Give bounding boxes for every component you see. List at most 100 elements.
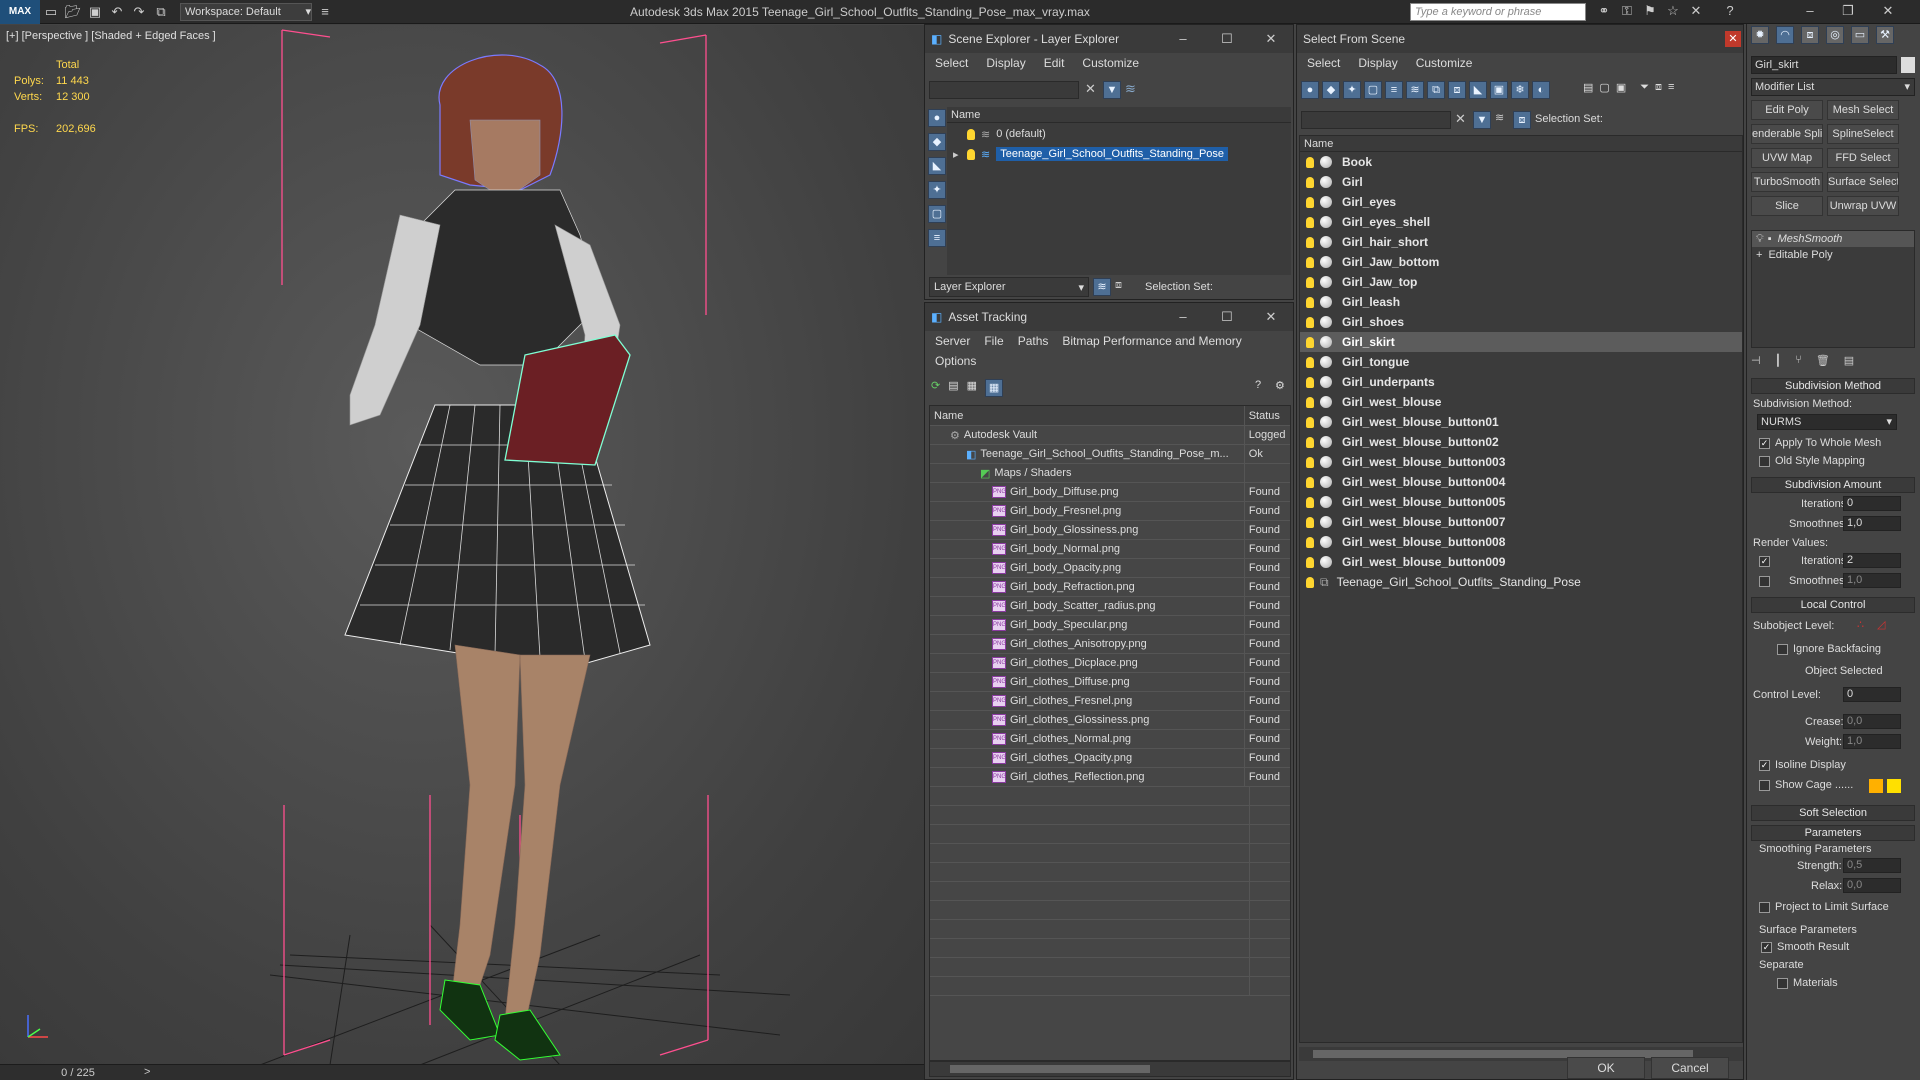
remove-modifier-icon[interactable]: 🗑︎ xyxy=(1816,354,1830,367)
star-icon[interactable]: ☆ xyxy=(1663,3,1683,21)
menu-display[interactable]: Display xyxy=(1358,56,1397,70)
scene-explorer-filter-input[interactable] xyxy=(929,81,1079,99)
expand-arrow-icon[interactable]: ▸ xyxy=(953,148,967,161)
modifier-list-dropdown[interactable]: Modifier List ▾ xyxy=(1751,78,1915,96)
scene-explorer-titlebar[interactable]: ◧ Scene Explorer - Layer Explorer xyxy=(925,25,1293,53)
close-icon[interactable]: ✕ xyxy=(1725,31,1741,47)
object-row[interactable]: Girl_west_blouse_button02 xyxy=(1300,432,1742,452)
menu-select[interactable]: Select xyxy=(935,56,968,70)
select-from-scene-titlebar[interactable]: Select From Scene xyxy=(1297,25,1743,53)
modifier-button[interactable]: FFD Select xyxy=(1827,148,1899,168)
hierarchy-toggle-icon[interactable]: ⧈ xyxy=(1513,111,1531,129)
light-bulb-icon[interactable] xyxy=(1306,456,1314,468)
filter-lights-icon[interactable]: ✦ xyxy=(1343,81,1361,99)
pin-stack-icon[interactable]: ⊣ xyxy=(1751,354,1761,367)
menu-customize[interactable]: Customize xyxy=(1416,56,1473,70)
light-bulb-icon[interactable] xyxy=(1306,396,1314,408)
light-bulb-icon[interactable] xyxy=(1306,416,1314,428)
asset-row[interactable]: PNG Girl_body_Diffuse.png Found xyxy=(930,482,1290,502)
object-row[interactable]: Girl_west_blouse_button007 xyxy=(1300,512,1742,532)
rollout-subdivision-method[interactable]: Subdivision Method xyxy=(1751,378,1915,394)
modifier-button[interactable]: UVW Map xyxy=(1751,148,1823,168)
filter-groups-icon[interactable]: ⧉ xyxy=(1427,81,1445,99)
asset-tracking-titlebar[interactable]: ◧ Asset Tracking xyxy=(925,303,1293,331)
light-bulb-icon[interactable] xyxy=(967,128,975,140)
control-level-spinner[interactable]: 0 xyxy=(1843,687,1901,702)
object-row[interactable]: Girl_eyes_shell xyxy=(1300,212,1742,232)
light-bulb-icon[interactable] xyxy=(1306,476,1314,488)
col-status-header[interactable]: Status xyxy=(1245,406,1290,425)
asset-row[interactable]: PNG Girl_clothes_Dicplace.png Found xyxy=(930,653,1290,673)
light-bulb-icon[interactable] xyxy=(1306,296,1314,308)
col-name-header[interactable]: Name xyxy=(930,406,1245,425)
signin-icon[interactable]: ⚑ xyxy=(1640,3,1660,21)
filter-xrefs-icon[interactable]: ⧈ xyxy=(1448,81,1466,99)
close-icon[interactable]: ✕ xyxy=(1261,31,1281,47)
scrollbar-thumb[interactable] xyxy=(950,1065,1150,1073)
object-row[interactable]: Girl_underpants xyxy=(1300,372,1742,392)
layer-list-header[interactable]: Name xyxy=(947,107,1291,123)
redo-icon[interactable]: ↷ xyxy=(128,1,150,23)
object-row[interactable]: Girl_leash xyxy=(1300,292,1742,312)
filter-bones-icon[interactable]: ◣ xyxy=(1469,81,1487,99)
filter-cameras-icon[interactable]: ▢ xyxy=(1364,81,1382,99)
modifier-button[interactable]: Slice xyxy=(1751,196,1823,216)
object-list-header[interactable]: Name xyxy=(1300,136,1742,152)
old-style-mapping-checkbox[interactable] xyxy=(1759,456,1770,467)
select-all-icon[interactable]: ▤ xyxy=(1583,81,1593,94)
clear-filter-icon[interactable]: ✕ xyxy=(1085,81,1096,97)
key-icon[interactable]: ⚿ xyxy=(1617,3,1637,21)
filter-icon[interactable]: ▼ xyxy=(1473,111,1491,129)
display-tab-icon[interactable]: ▭ xyxy=(1851,26,1869,44)
modifier-button[interactable]: SplineSelect xyxy=(1827,124,1899,144)
layers-toggle-icon[interactable]: ≋ xyxy=(1093,278,1111,296)
frame-counter[interactable]: 0 / 225 xyxy=(8,1067,148,1079)
modifier-button[interactable]: Surface Select xyxy=(1827,172,1899,192)
project-limit-checkbox[interactable] xyxy=(1759,902,1770,913)
filter-hidden-icon[interactable]: ◐ xyxy=(1532,81,1550,99)
crease-spinner[interactable]: 0,0 xyxy=(1843,714,1901,729)
light-bulb-icon[interactable] xyxy=(1306,356,1314,368)
modifier-button[interactable]: Edit Poly xyxy=(1751,100,1823,120)
menu-file[interactable]: File xyxy=(984,334,1003,348)
layer-row-scene[interactable]: ▸ ≋ Teenage_Girl_School_Outfits_Standing… xyxy=(947,145,1291,163)
light-bulb-icon[interactable] xyxy=(1306,376,1314,388)
exchange-icon[interactable]: ✕ xyxy=(1686,3,1706,21)
object-row[interactable]: Girl xyxy=(1300,172,1742,192)
light-bulb-icon[interactable] xyxy=(1306,176,1314,188)
show-cage-checkbox[interactable] xyxy=(1759,780,1770,791)
explorer-type-dropdown[interactable]: Layer Explorer ▾ xyxy=(929,277,1089,297)
display-cameras-icon[interactable]: ▢ xyxy=(928,205,946,223)
help-icon[interactable]: ? xyxy=(1255,379,1261,391)
hierarchy-icon[interactable]: ⧈ xyxy=(1115,279,1122,292)
asset-row[interactable]: PNG Girl_body_Scatter_radius.png Found xyxy=(930,596,1290,616)
minimize-icon[interactable]: – xyxy=(1173,31,1193,47)
workspace-options-icon[interactable]: ≡ xyxy=(314,1,336,23)
object-row[interactable]: Girl_shoes xyxy=(1300,312,1742,332)
new-file-icon[interactable]: ▭ xyxy=(40,1,62,23)
stack-item-editable-poly[interactable]: + Editable Poly xyxy=(1752,247,1914,263)
light-bulb-icon[interactable] xyxy=(1306,576,1314,588)
light-bulb-icon[interactable] xyxy=(1306,156,1314,168)
layer-icon[interactable]: ≋ xyxy=(1125,81,1136,97)
render-smoothness-checkbox[interactable] xyxy=(1759,576,1770,587)
edge-subobject-icon[interactable]: ◿ xyxy=(1877,618,1885,631)
filter-containers-icon[interactable]: ▣ xyxy=(1490,81,1508,99)
table-view-icon[interactable]: ▦ xyxy=(985,379,1004,397)
render-iterations-spinner[interactable]: 2 xyxy=(1843,553,1901,568)
menu-select[interactable]: Select xyxy=(1307,56,1340,70)
weight-spinner[interactable]: 1,0 xyxy=(1843,734,1901,749)
isoline-display-checkbox[interactable]: ✓ xyxy=(1759,760,1770,771)
display-objects-icon[interactable]: ● xyxy=(928,109,946,127)
maximize-icon[interactable]: ☐ xyxy=(1217,31,1237,47)
smooth-result-checkbox[interactable]: ✓ xyxy=(1761,942,1772,953)
object-color-swatch[interactable] xyxy=(1901,57,1915,73)
thumbnail-view-icon[interactable]: ▦ xyxy=(967,379,977,397)
help-icon[interactable]: ? xyxy=(1720,3,1740,21)
maximize-icon[interactable]: ☐ xyxy=(1217,309,1237,325)
display-helpers-icon[interactable]: ≡ xyxy=(928,229,946,247)
display-lights-icon[interactable]: ✦ xyxy=(928,181,946,199)
close-icon[interactable]: ✕ xyxy=(1261,309,1281,325)
asset-row[interactable]: PNG Girl_clothes_Reflection.png Found xyxy=(930,767,1290,787)
rollout-soft-selection[interactable]: Soft Selection xyxy=(1751,805,1915,821)
